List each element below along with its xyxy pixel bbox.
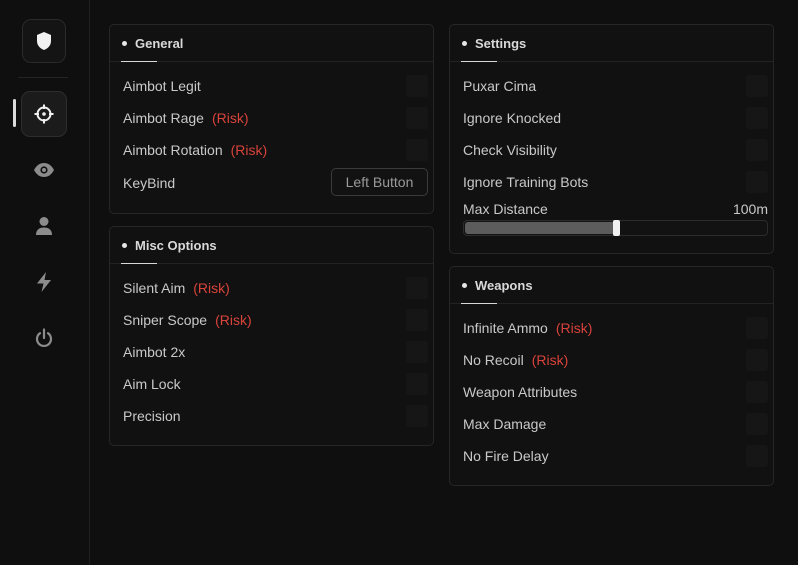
- toggle-puxar-cima[interactable]: [746, 75, 768, 97]
- option-label: Silent Aim: [123, 280, 186, 296]
- option-row: Aimbot Rage (Risk): [123, 102, 433, 134]
- risk-badge: (Risk): [215, 312, 252, 328]
- option-label: Sniper Scope: [123, 312, 208, 328]
- toggle-weapon-attributes[interactable]: [746, 381, 768, 403]
- slider-track[interactable]: [463, 220, 768, 236]
- toggle-check-visibility[interactable]: [746, 139, 768, 161]
- bullet-icon: [462, 41, 467, 46]
- settings-header: Settings: [450, 25, 773, 62]
- option-row: Ignore Training Bots: [463, 166, 773, 198]
- toggle-aim-lock[interactable]: [406, 373, 428, 395]
- toggle-silent-aim[interactable]: [406, 277, 428, 299]
- option-label: No Fire Delay: [463, 448, 549, 464]
- toggle-max-damage[interactable]: [746, 413, 768, 435]
- option-label: Aimbot Rage: [123, 110, 204, 126]
- panel-title: Settings: [475, 36, 527, 51]
- settings-panel: Settings Puxar Cima Ignore Knocked Check…: [449, 24, 774, 254]
- risk-badge: (Risk): [555, 320, 593, 336]
- option-row: Max Damage: [463, 408, 773, 440]
- option-row: Silent Aim (Risk): [123, 272, 433, 304]
- option-row: Ignore Knocked: [463, 102, 773, 134]
- power-icon: [35, 328, 53, 347]
- toggle-no-recoil[interactable]: [746, 349, 768, 371]
- option-label: Aim Lock: [123, 376, 181, 392]
- bullet-icon: [122, 41, 127, 46]
- option-row: Sniper Scope (Risk): [123, 304, 433, 336]
- keybind-label: KeyBind: [123, 175, 176, 191]
- toggle-precision[interactable]: [406, 405, 428, 427]
- toggle-aimbot-rage[interactable]: [406, 107, 428, 129]
- shield-icon: [37, 32, 51, 50]
- user-icon: [36, 217, 52, 235]
- active-indicator: [13, 99, 16, 127]
- option-label: Check Visibility: [463, 142, 557, 158]
- option-label: Max Damage: [463, 416, 547, 432]
- nav-player[interactable]: [21, 203, 67, 249]
- bullet-icon: [122, 243, 127, 248]
- option-row: Aimbot Legit: [123, 70, 433, 102]
- toggle-no-fire-delay[interactable]: [746, 445, 768, 467]
- bolt-icon: [37, 272, 51, 292]
- eye-icon: [34, 163, 54, 177]
- option-label: Ignore Knocked: [463, 110, 562, 126]
- option-label: Aimbot Rotation: [123, 142, 223, 158]
- sidebar: [0, 0, 90, 565]
- toggle-aimbot-rotation[interactable]: [406, 139, 428, 161]
- keybind-row: KeyBind Left Button: [123, 167, 433, 199]
- nav-exploits[interactable]: [21, 259, 67, 305]
- panel-title: Weapons: [475, 278, 533, 293]
- misc-header: Misc Options: [110, 227, 433, 264]
- option-row: Aimbot Rotation (Risk): [123, 134, 433, 166]
- option-row: Puxar Cima: [463, 70, 773, 102]
- misc-panel: Misc Options Silent Aim (Risk) Sniper Sc…: [109, 226, 434, 446]
- general-header: General: [110, 25, 433, 62]
- toggle-ignore-training-bots[interactable]: [746, 171, 768, 193]
- nav-aimbot[interactable]: [21, 91, 67, 137]
- option-row: Aim Lock: [123, 368, 433, 400]
- weapons-header: Weapons: [450, 267, 773, 304]
- bullet-icon: [462, 283, 467, 288]
- slider-thumb[interactable]: [612, 220, 620, 236]
- keybind-button[interactable]: Left Button: [331, 168, 428, 196]
- option-label: Precision: [123, 408, 181, 424]
- option-label: Aimbot 2x: [123, 344, 186, 360]
- risk-badge: (Risk): [531, 352, 569, 368]
- option-label: Aimbot Legit: [123, 78, 201, 94]
- option-row: Check Visibility: [463, 134, 773, 166]
- slider-label: Max Distance: [463, 201, 548, 217]
- toggle-infinite-ammo[interactable]: [746, 317, 768, 339]
- toggle-aimbot-2x[interactable]: [406, 341, 428, 363]
- option-label: Weapon Attributes: [463, 384, 578, 400]
- option-row: Infinite Ammo (Risk): [463, 312, 773, 344]
- slider-fill: [465, 222, 617, 234]
- option-label: No Recoil: [463, 352, 524, 368]
- toggle-aimbot-legit[interactable]: [406, 75, 428, 97]
- risk-badge: (Risk): [230, 142, 268, 158]
- option-label: Ignore Training Bots: [463, 174, 589, 190]
- option-row: No Recoil (Risk): [463, 344, 773, 376]
- panel-title: General: [135, 36, 184, 51]
- option-row: Precision: [123, 400, 433, 432]
- nav-power[interactable]: [21, 315, 67, 361]
- toggle-sniper-scope[interactable]: [406, 309, 428, 331]
- option-label: Infinite Ammo: [463, 320, 548, 336]
- weapons-panel: Weapons Infinite Ammo (Risk) No Recoil (…: [449, 266, 774, 486]
- sidebar-divider: [18, 77, 68, 78]
- max-distance-slider: Max Distance 100m: [463, 201, 768, 236]
- risk-badge: (Risk): [211, 110, 249, 126]
- risk-badge: (Risk): [193, 280, 230, 296]
- option-row: Weapon Attributes: [463, 376, 773, 408]
- panel-title: Misc Options: [135, 238, 217, 253]
- general-panel: General Aimbot Legit Aimbot Rage (Risk) …: [109, 24, 434, 214]
- logo: [22, 19, 66, 63]
- nav-visuals[interactable]: [21, 147, 67, 193]
- slider-value: 100m: [732, 201, 768, 217]
- crosshair-icon: [34, 104, 54, 124]
- option-label: Puxar Cima: [463, 78, 537, 94]
- option-row: No Fire Delay: [463, 440, 773, 472]
- option-row: Aimbot 2x: [123, 336, 433, 368]
- toggle-ignore-knocked[interactable]: [746, 107, 768, 129]
